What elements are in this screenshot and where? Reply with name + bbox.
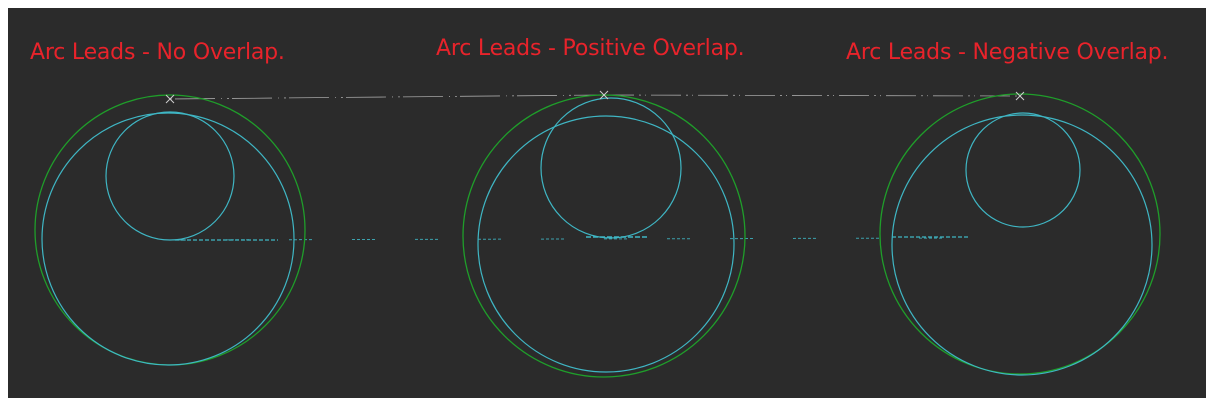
lead-line-middle	[172, 237, 969, 241]
diagram-negative-overlap	[879, 91, 1161, 376]
diagram-no-overlap	[34, 94, 306, 366]
arc-lead-circle	[965, 112, 1081, 228]
toolpath-drawing	[34, 90, 1161, 378]
arc-lead-circle	[540, 97, 682, 239]
toolpath-circle	[477, 115, 735, 373]
toolpath-circle	[891, 114, 1153, 376]
cad-viewport: Arc Leads - No Overlap. Arc Leads - Posi…	[8, 8, 1206, 398]
start-point-marker	[1015, 91, 1025, 101]
start-point-marker	[165, 94, 175, 104]
arc-lead-circle	[105, 111, 235, 241]
screenshot-frame: Arc Leads - No Overlap. Arc Leads - Posi…	[0, 0, 1213, 405]
outer-boundary-circle	[462, 94, 746, 378]
toolpath-circle	[41, 112, 295, 366]
diagram-positive-overlap	[462, 90, 746, 378]
